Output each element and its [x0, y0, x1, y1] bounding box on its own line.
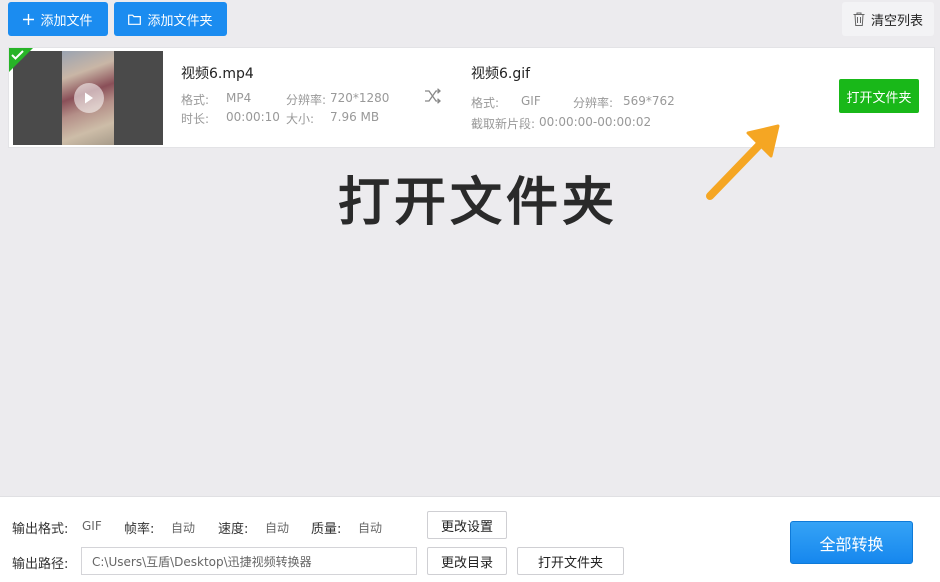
output-format-label: 格式: — [471, 96, 500, 110]
output-path-label: 输出路径: — [12, 557, 69, 572]
clear-list-label: 清空列表 — [870, 13, 923, 29]
video-thumbnail[interactable] — [13, 51, 163, 145]
add-file-button[interactable]: 添加文件 — [8, 2, 108, 36]
quality-label: 质量: — [311, 522, 342, 537]
output-settings-panel: 输出格式: GIF 帧率: 自动 速度: 自动 质量: 自动 更改设置 输出路径… — [0, 496, 940, 582]
output-clip-value: 00:00:00-00:00:02 — [539, 115, 652, 129]
output-format-value: GIF — [521, 94, 541, 108]
folder-icon — [128, 14, 142, 25]
source-file-name: 视频6.mp4 — [181, 66, 254, 82]
output-format-label: 输出格式: — [12, 522, 69, 537]
speed-label: 速度: — [218, 522, 249, 537]
output-file-name: 视频6.gif — [471, 66, 531, 82]
source-format-value: MP4 — [226, 91, 252, 105]
source-duration-value: 00:00:10 — [226, 110, 280, 124]
quality-value: 自动 — [358, 521, 383, 535]
play-icon[interactable] — [74, 83, 104, 113]
source-size-label: 大小: — [286, 112, 315, 126]
change-directory-button[interactable]: 更改目录 — [427, 547, 507, 575]
add-folder-button[interactable]: 添加文件夹 — [114, 2, 227, 36]
open-folder-button[interactable]: 打开文件夹 — [839, 79, 919, 113]
shuffle-icon — [425, 88, 441, 104]
output-resolution-label: 分辨率: — [573, 96, 614, 110]
add-folder-label: 添加文件夹 — [147, 13, 213, 29]
plus-icon — [23, 13, 35, 25]
output-clip-label: 截取新片段: — [471, 117, 536, 131]
change-settings-button[interactable]: 更改设置 — [427, 511, 507, 539]
add-file-label: 添加文件 — [40, 13, 93, 29]
frame-rate-value: 自动 — [171, 521, 196, 535]
trash-icon — [853, 12, 865, 26]
source-format-label: 格式: — [181, 93, 210, 107]
output-path-field[interactable] — [81, 547, 417, 575]
source-size-value: 7.96 MB — [330, 110, 380, 124]
annotation-caption: 打开文件夹 — [337, 173, 618, 233]
convert-all-button[interactable]: 全部转换 — [790, 521, 913, 564]
source-duration-label: 时长: — [181, 112, 210, 126]
open-output-folder-button[interactable]: 打开文件夹 — [517, 547, 624, 575]
output-resolution-value: 569*762 — [623, 94, 675, 108]
check-icon — [11, 50, 24, 60]
source-resolution-label: 分辨率: — [286, 93, 327, 107]
frame-rate-label: 帧率: — [124, 522, 155, 537]
file-list-item[interactable]: 视频6.mp4 格式: MP4 分辨率: 720*1280 时长: 00:00:… — [8, 47, 935, 148]
clear-list-button[interactable]: 清空列表 — [842, 2, 934, 36]
speed-value: 自动 — [265, 521, 290, 535]
output-format-value: GIF — [82, 519, 102, 533]
source-resolution-value: 720*1280 — [330, 91, 390, 105]
arrow-icon — [706, 124, 780, 200]
